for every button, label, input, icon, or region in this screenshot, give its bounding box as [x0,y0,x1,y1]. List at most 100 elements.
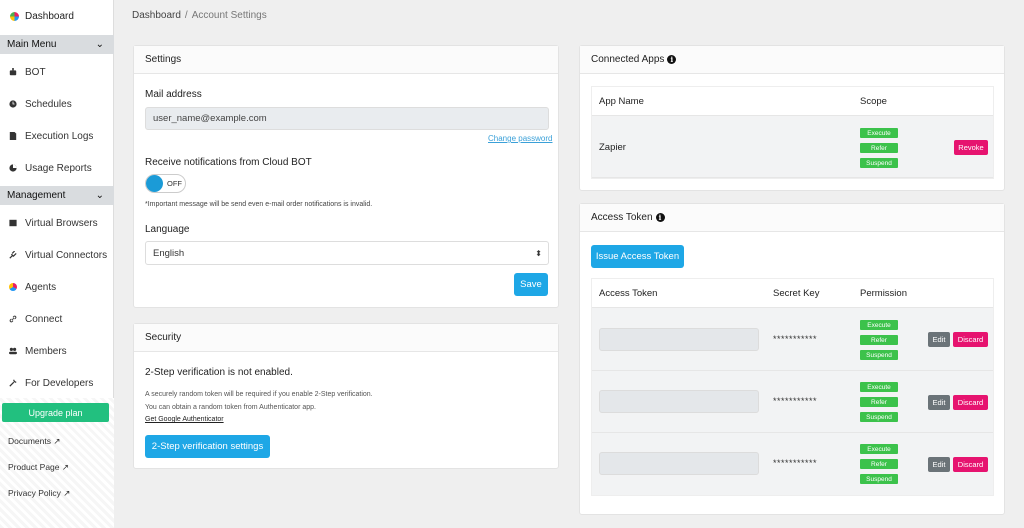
column-header: Scope [860,96,887,107]
secret-key: *********** [773,458,818,468]
language-select[interactable]: English ⬍ [145,241,549,265]
language-value: English [153,247,185,259]
product-page-link[interactable]: Product Page ↗ [8,462,69,473]
panel-title: Connected Apps i [580,46,1004,74]
clock-icon [9,100,17,108]
security-description-2: You can obtain a random token from Authe… [145,404,316,411]
external-link-icon: ↗ [61,462,70,472]
robot-icon [9,68,17,76]
scope-badge: Suspend [860,412,898,422]
scope-badge: Execute [860,444,898,454]
access-token-field[interactable] [599,328,759,351]
sidebar-item-for-developers[interactable]: For Developers [0,367,114,399]
breadcrumb-separator: / [184,10,188,21]
edit-button[interactable]: Edit [928,457,950,472]
breadcrumb: Dashboard / Account Settings [132,10,267,21]
sidebar-item-usage-reports[interactable]: Usage Reports [0,152,114,184]
verification-status: 2-Step verification is not enabled. [145,367,293,378]
link-label: Product Page [8,462,60,472]
sidebar-item-dashboard[interactable]: Dashboard [0,0,113,33]
browser-icon [9,219,17,227]
sidebar-item-label: Connect [25,313,63,325]
section-management[interactable]: Management ⌄ [0,186,114,205]
sidebar-item-bot[interactable]: BOT [0,56,114,88]
sidebar-item-label: Dashboard [25,11,74,22]
scope-badge: Suspend [860,474,898,484]
scope-badge: Execute [860,128,898,138]
email-field[interactable]: user_name@example.com [145,107,549,130]
link-label: Privacy Policy [8,488,61,498]
secret-key: *********** [773,396,818,406]
toggle-label: OFF [167,179,182,188]
logo-icon [10,12,19,21]
panel-title: Settings [134,46,558,74]
change-password-link[interactable]: Change password [488,134,552,143]
access-token-table: Access Token Secret Key Permission *****… [591,278,994,496]
breadcrumb-root[interactable]: Dashboard [132,10,181,21]
sidebar-item-virtual-browsers[interactable]: Virtual Browsers [0,207,114,239]
scope-badge: Execute [860,320,898,330]
issue-access-token-button[interactable]: Issue Access Token [591,245,684,268]
sidebar-item-members[interactable]: Members [0,335,114,367]
edit-button[interactable]: Edit [928,332,950,347]
column-header: App Name [599,96,644,107]
section-label: Main Menu [7,39,57,50]
toggle-knob [146,175,163,192]
panel-title: Access Token i [580,204,1004,232]
revoke-button[interactable]: Revoke [954,140,988,155]
access-token-field[interactable] [599,452,759,475]
chevron-down-icon: ⌄ [95,190,104,201]
section-main-menu[interactable]: Main Menu ⌄ [0,35,114,54]
plug-icon [9,251,17,259]
section-label: Management [7,190,66,201]
discard-button[interactable]: Discard [953,395,988,410]
agents-icon [9,283,17,291]
save-button[interactable]: Save [514,273,548,296]
users-icon [9,347,17,355]
access-token-panel: Access Token i Issue Access Token Access … [579,203,1005,515]
secret-key: *********** [773,334,818,344]
sidebar-item-schedules[interactable]: Schedules [0,88,114,120]
external-link-icon: ↗ [63,488,71,498]
important-note: *Important message will be send even e-m… [145,201,373,208]
info-icon[interactable]: i [655,213,665,222]
table-header: App Name Scope [592,87,993,116]
breadcrumb-current: Account Settings [191,10,267,21]
app-name: Zapier [599,142,626,153]
scope-badge: Suspend [860,158,898,168]
google-authenticator-link[interactable]: Get Google Authenticator [145,416,224,423]
sidebar-item-label: Usage Reports [25,162,92,174]
notification-toggle[interactable]: OFF [145,174,186,193]
scope-badge: Refer [860,459,898,469]
privacy-policy-link[interactable]: Privacy Policy ↗ [8,488,70,499]
access-token-field[interactable] [599,390,759,413]
external-link-icon: ↗ [53,436,61,446]
connected-apps-panel: Connected Apps i App Name Scope Zapier Ex… [579,45,1005,191]
mail-label: Mail address [145,89,202,100]
upgrade-plan-button[interactable]: Upgrade plan [2,403,109,422]
scope-badge: Suspend [860,350,898,360]
sidebar-item-label: For Developers [25,377,94,389]
column-header: Permission [860,288,907,299]
discard-button[interactable]: Discard [953,457,988,472]
connected-apps-table: App Name Scope Zapier Execute Refer Susp… [591,86,994,179]
sidebar-item-label: Virtual Connectors [25,249,108,261]
settings-panel: Settings Mail address user_name@example.… [133,45,559,308]
panel-title-text: Access Token [591,212,653,223]
link-label: Documents [8,436,51,446]
panel-title-text: Connected Apps [591,54,665,65]
info-icon[interactable]: i [667,55,677,64]
edit-button[interactable]: Edit [928,395,950,410]
discard-button[interactable]: Discard [953,332,988,347]
sidebar-item-execution-logs[interactable]: Execution Logs [0,120,114,152]
language-label: Language [145,224,190,235]
sidebar-item-virtual-connectors[interactable]: Virtual Connectors [0,239,114,271]
documents-link[interactable]: Documents ↗ [8,436,61,447]
sidebar-item-connect[interactable]: Connect [0,303,114,335]
pie-chart-icon [9,164,17,172]
table-row: *********** Execute Refer Suspend Edit D… [592,371,993,433]
two-step-settings-button[interactable]: 2-Step verification settings [145,435,270,458]
panel-title: Security [134,324,558,352]
sidebar-item-label: Execution Logs [25,130,94,142]
sidebar-item-agents[interactable]: Agents [0,271,114,303]
